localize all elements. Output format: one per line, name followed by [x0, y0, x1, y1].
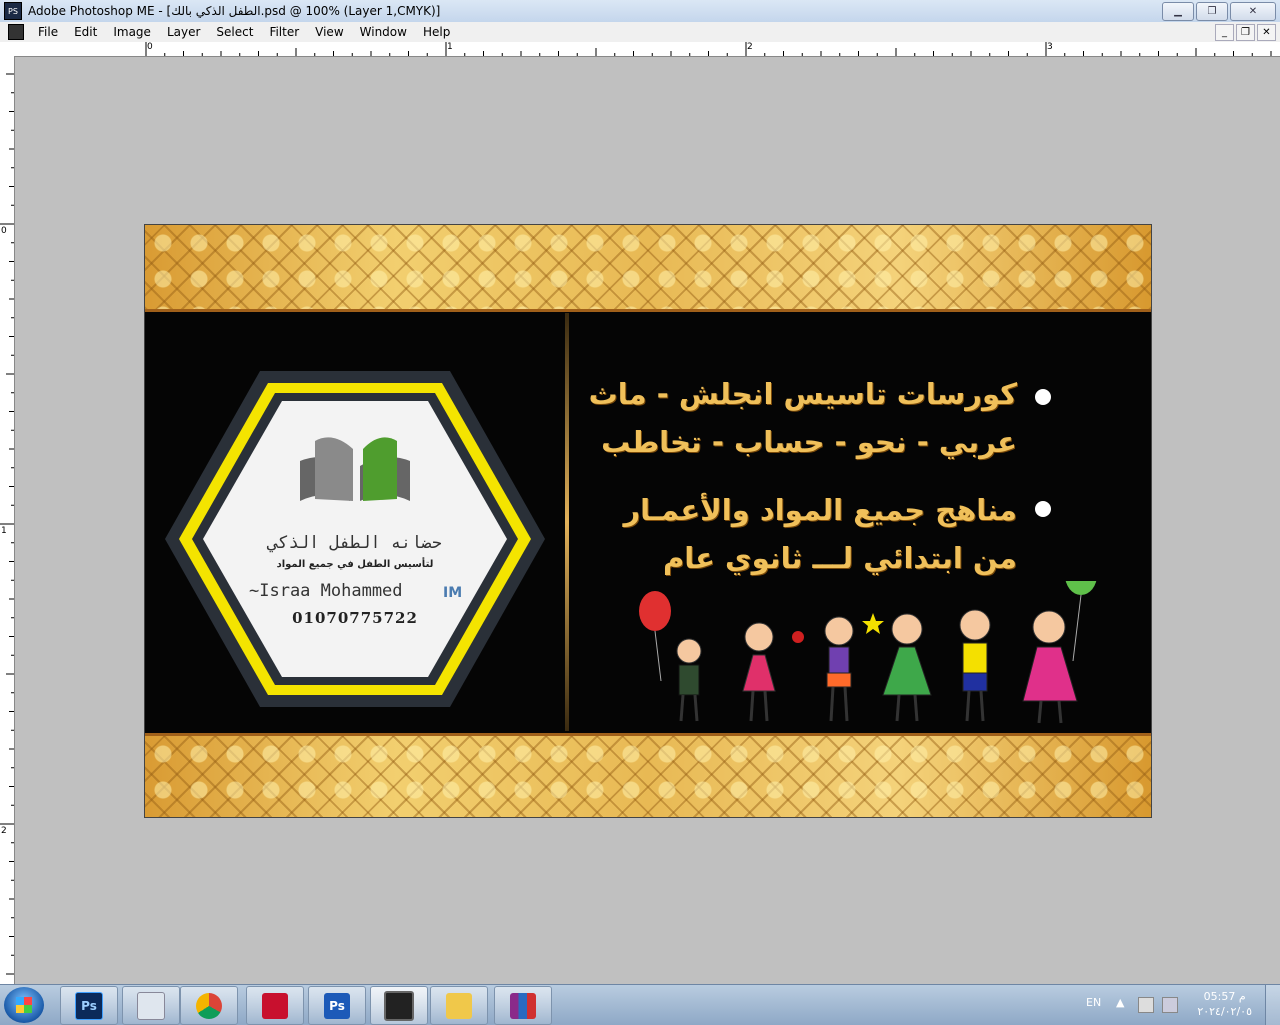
- close-button[interactable]: ✕: [1230, 2, 1276, 21]
- document-canvas[interactable]: حضانه الطفل الذكي لتأسيس الطفل في جميع ا…: [144, 224, 1152, 818]
- menu-select[interactable]: Select: [208, 25, 261, 39]
- vertical-ruler-ticks: [0, 73, 14, 975]
- winrar-icon: [510, 992, 536, 1019]
- taskbar-photoshop[interactable]: Ps: [60, 986, 118, 1025]
- clock-time: 05:57 م: [1203, 990, 1246, 1003]
- designer-signature: ~Israa Mohammed: [249, 581, 403, 601]
- menu-filter[interactable]: Filter: [261, 25, 307, 39]
- gold-divider: [565, 313, 569, 731]
- taskbar: Ps Ps EN ▲ 05:57 م ٢٠٢٤/٠٢/٠٥: [0, 984, 1280, 1025]
- menu-file[interactable]: File: [30, 25, 66, 39]
- network-error-icon[interactable]: [1138, 997, 1154, 1013]
- menu-window[interactable]: Window: [352, 25, 415, 39]
- ruler-h-label: 0: [147, 42, 153, 52]
- gold-pattern-band-bottom: [145, 733, 1151, 817]
- system-clock[interactable]: 05:57 م ٢٠٢٤/٠٢/٠٥: [1197, 989, 1252, 1019]
- photoshop-icon: Ps: [324, 992, 350, 1019]
- logo-hexagon: حضانه الطفل الذكي لتأسيس الطفل في جميع ا…: [165, 371, 545, 707]
- kids-balloons-illustration: [639, 581, 1097, 724]
- horizontal-ruler[interactable]: 0 1 2 3: [0, 42, 1280, 57]
- folder-icon: [446, 992, 472, 1019]
- eye-icon: [384, 990, 414, 1021]
- show-desktop-button[interactable]: [1265, 985, 1280, 1025]
- bullet-dot: [1035, 501, 1051, 517]
- taskbar-winrar[interactable]: [494, 986, 552, 1025]
- courses-line-2: عربي - نحو - حساب - تخاطب: [601, 425, 1017, 459]
- taskbar-calculator[interactable]: [122, 986, 180, 1025]
- doc-minimize-button[interactable]: _: [1215, 24, 1234, 41]
- logo-subtitle: لتأسيس الطفل في جميع المواد: [276, 559, 434, 570]
- ruler-v-label: 1: [1, 526, 7, 536]
- photoshop-icon: Ps: [75, 991, 103, 1020]
- vertical-ruler[interactable]: 0 1 2: [0, 56, 15, 984]
- logo-title: حضانه الطفل الذكي: [268, 533, 442, 553]
- minimize-button[interactable]: ▁: [1162, 2, 1194, 21]
- doc-close-button[interactable]: ✕: [1257, 24, 1276, 41]
- calculator-icon: [137, 991, 165, 1020]
- photoshop-app-icon[interactable]: PS: [4, 2, 22, 20]
- window-title: Adobe Photoshop ME - [الطفل الذكي بالك.p…: [28, 4, 441, 18]
- document-icon[interactable]: [8, 24, 24, 40]
- taskbar-chrome[interactable]: [180, 986, 238, 1025]
- curriculum-line-1: مناهج جميع المواد والأعمـار: [623, 493, 1017, 527]
- menu-bar: File Edit Image Layer Select Filter View…: [0, 22, 1280, 43]
- ruler-v-label: 2: [1, 826, 7, 836]
- bullet-dot: [1035, 389, 1051, 405]
- ruler-h-label: 1: [447, 42, 453, 52]
- menu-help[interactable]: Help: [415, 25, 458, 39]
- ruler-h-label: 3: [1047, 42, 1053, 52]
- ruler-h-label: 2: [747, 42, 753, 52]
- clock-date: ٢٠٢٤/٠٢/٠٥: [1197, 1005, 1252, 1018]
- horizontal-ruler-ticks: [145, 42, 1272, 56]
- curriculum-line-2: من ابتدائي لـــ ثانوي عام: [662, 541, 1017, 575]
- courses-line-1: كورسات تاسيس انجلش - ماث: [588, 377, 1017, 411]
- taskbar-eye-app[interactable]: [370, 986, 428, 1025]
- menu-layer[interactable]: Layer: [159, 25, 208, 39]
- ruler-v-label: 0: [1, 226, 7, 236]
- show-hidden-icons-icon[interactable]: ▲: [1116, 996, 1124, 1009]
- menu-edit[interactable]: Edit: [66, 25, 105, 39]
- language-indicator[interactable]: EN: [1086, 996, 1101, 1009]
- taskbar-acrobat[interactable]: [246, 986, 304, 1025]
- document-controls: _ ❐ ✕: [1215, 24, 1276, 41]
- title-bar: PS Adobe Photoshop ME - [الطفل الذكي بال…: [0, 0, 1280, 22]
- restore-button[interactable]: ❐: [1196, 2, 1228, 21]
- menu-image[interactable]: Image: [105, 25, 159, 39]
- acrobat-icon: [262, 992, 288, 1019]
- doc-restore-button[interactable]: ❐: [1236, 24, 1255, 41]
- phone-number: 01070775722: [292, 609, 418, 627]
- designer-mark-icon: IM: [443, 585, 463, 601]
- chrome-icon: [196, 992, 222, 1019]
- action-center-icon[interactable]: [1162, 997, 1178, 1013]
- menu-view[interactable]: View: [307, 25, 351, 39]
- taskbar-file-explorer[interactable]: [430, 986, 488, 1025]
- gold-pattern-band-top: [145, 225, 1151, 312]
- start-button[interactable]: [4, 987, 44, 1023]
- window-controls: ▁ ❐ ✕: [1162, 2, 1276, 21]
- taskbar-photoshop-2[interactable]: Ps: [308, 986, 366, 1025]
